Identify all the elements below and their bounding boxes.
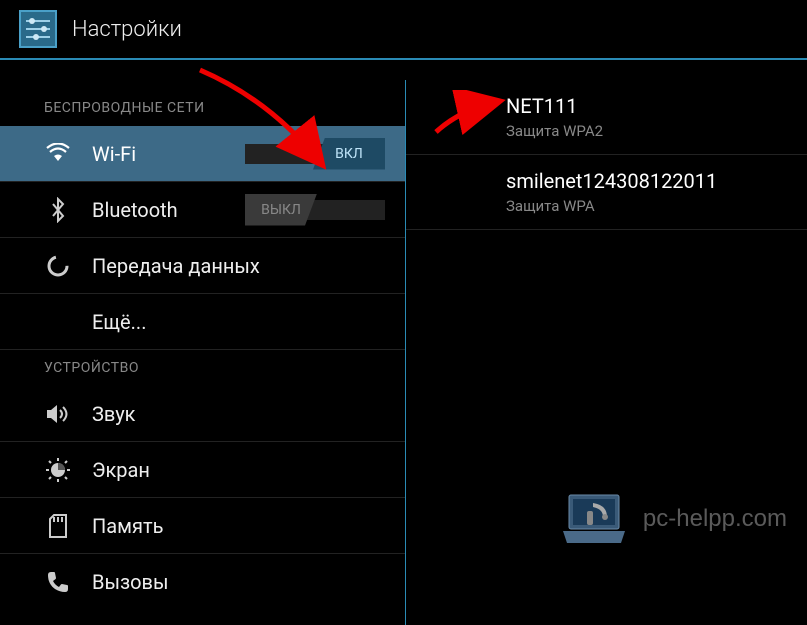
section-wireless: БЕСПРОВОДНЫЕ СЕТИ (0, 90, 405, 126)
bluetooth-toggle-label: ВЫКЛ (245, 194, 317, 226)
network-item[interactable]: smilenet124308122011 Защита WPA (406, 155, 807, 230)
wifi-toggle-label: ВКЛ (313, 138, 385, 170)
sidebar-item-wifi[interactable]: Wi-Fi ВКЛ (0, 126, 405, 182)
wifi-icon (44, 140, 72, 168)
sidebar-item-bluetooth[interactable]: Bluetooth ВЫКЛ (0, 182, 405, 238)
network-security: Защита WPA (506, 197, 777, 215)
bluetooth-icon (44, 196, 72, 224)
sidebar-item-storage[interactable]: Память (0, 498, 405, 554)
sound-icon (44, 400, 72, 428)
data-label: Передача данных (92, 254, 385, 278)
app-header: Настройки (0, 0, 807, 60)
sidebar-item-calls[interactable]: Вызовы (0, 554, 405, 610)
page-title: Настройки (72, 17, 182, 42)
phone-icon (44, 568, 72, 596)
sidebar-item-display[interactable]: Экран (0, 442, 405, 498)
watermark-text: pc-helpp.com (643, 505, 787, 533)
laptop-icon (559, 491, 629, 547)
wifi-toggle[interactable]: ВКЛ (245, 138, 385, 170)
bluetooth-toggle[interactable]: ВЫКЛ (245, 194, 385, 226)
network-name: NET111 (506, 94, 777, 118)
sound-label: Звук (92, 402, 385, 426)
more-label: Ещё... (92, 310, 385, 334)
watermark: pc-helpp.com (559, 491, 787, 547)
display-icon (44, 456, 72, 484)
settings-icon (18, 9, 58, 49)
storage-label: Память (92, 514, 385, 538)
storage-icon (44, 512, 72, 540)
section-device: УСТРОЙСТВО (0, 350, 405, 386)
sidebar: БЕСПРОВОДНЫЕ СЕТИ Wi-Fi ВКЛ Blue (0, 60, 405, 625)
network-security: Защита WPA2 (506, 122, 777, 140)
data-usage-icon (44, 252, 72, 280)
network-item[interactable]: NET111 Защита WPA2 (406, 80, 807, 155)
network-name: smilenet124308122011 (506, 169, 777, 193)
sidebar-item-data[interactable]: Передача данных (0, 238, 405, 294)
sidebar-item-more[interactable]: Ещё... (0, 294, 405, 350)
wifi-label: Wi-Fi (92, 142, 245, 166)
bluetooth-label: Bluetooth (92, 198, 245, 222)
display-label: Экран (92, 458, 385, 482)
calls-label: Вызовы (92, 570, 385, 594)
sidebar-item-sound[interactable]: Звук (0, 386, 405, 442)
